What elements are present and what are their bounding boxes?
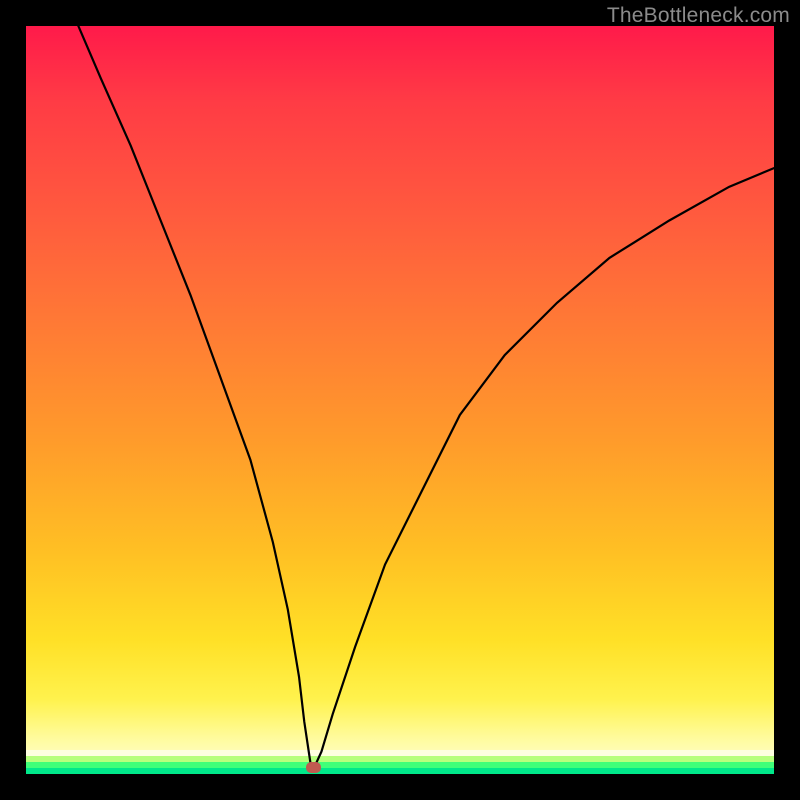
chart-frame: TheBottleneck.com <box>0 0 800 800</box>
bottleneck-curve <box>26 26 774 774</box>
optimal-point-marker <box>306 762 321 773</box>
watermark-text: TheBottleneck.com <box>607 4 790 28</box>
plot-area <box>26 26 774 774</box>
